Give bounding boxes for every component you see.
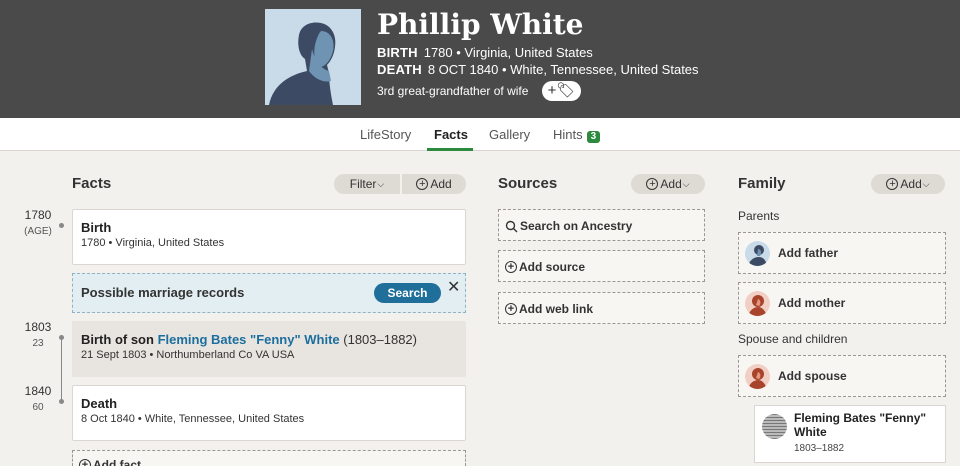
- fact-details: 8 Oct 1840 • White, Tennessee, United St…: [81, 413, 305, 425]
- search-ancestry-text: Search on Ancestry: [520, 219, 633, 233]
- search-button[interactable]: Search: [374, 283, 441, 303]
- add-web-link-text: Add web link: [519, 302, 594, 316]
- fact-details: 21 Sept 1803 • Northumberland Co VA USA: [81, 349, 295, 361]
- search-ancestry-label: Search on Ancestry: [505, 219, 632, 233]
- child-photo: [762, 414, 787, 439]
- tab-hints-label: Hints: [553, 127, 583, 142]
- plus-circle-icon: +: [646, 178, 659, 190]
- facts-title: Facts: [72, 175, 112, 192]
- add-label: Add: [660, 177, 682, 191]
- profile-tabs: LifeStory Facts Gallery Hints 3: [0, 118, 960, 151]
- birth-line: BIRTH 1780 • Virginia, United States: [377, 45, 593, 60]
- add-label: Add: [430, 177, 452, 191]
- timeline-dot: [59, 223, 64, 228]
- add-spouse-button[interactable]: Add spouse: [738, 355, 946, 397]
- fact-title: Death: [81, 396, 118, 411]
- add-label: Add: [900, 177, 922, 191]
- tab-gallery[interactable]: Gallery: [489, 127, 530, 142]
- tab-hints[interactable]: Hints 3: [553, 127, 601, 143]
- tab-facts[interactable]: Facts: [434, 127, 468, 142]
- sources-title: Sources: [498, 175, 558, 192]
- filter-button[interactable]: Filter ⌵: [334, 174, 400, 194]
- plus-circle-icon: +: [416, 178, 429, 190]
- plus-circle-icon: +: [505, 261, 517, 273]
- child-link[interactable]: Fleming Bates "Fenny" White: [158, 332, 340, 347]
- add-web-link-label: + Add web link: [505, 302, 593, 316]
- chevron-down-icon: ⌵: [682, 178, 690, 189]
- death-value: 8 OCT 1840 • White, Tennessee, United St…: [427, 62, 699, 77]
- avatar-female-icon: [745, 364, 770, 389]
- person-name: Phillip White: [377, 8, 584, 41]
- add-source-label: + Add source: [505, 260, 585, 274]
- add-tag-button[interactable]: +🏷: [542, 81, 581, 101]
- fact-card-birth[interactable]: Birth 1780 • Virginia, United States: [72, 209, 466, 265]
- parents-label: Parents: [738, 209, 780, 223]
- active-tab-indicator: [427, 148, 473, 151]
- family-title: Family: [738, 175, 786, 192]
- add-spouse-text: Add spouse: [778, 369, 847, 383]
- profile-photo[interactable]: [265, 9, 361, 105]
- filter-label: Filter: [349, 177, 377, 191]
- fact-title: Birth: [81, 220, 112, 235]
- search-icon: [505, 220, 518, 232]
- add-mother-button[interactable]: Add mother: [738, 282, 946, 324]
- add-source-button[interactable]: + Add source: [498, 250, 705, 282]
- fact-year: 1803: [24, 320, 52, 334]
- fact-year: 1840: [24, 384, 52, 398]
- plus-circle-icon: +: [505, 303, 517, 315]
- fact-title-prefix: Birth of son: [81, 332, 154, 347]
- birth-label: BIRTH: [377, 45, 418, 60]
- add-mother-text: Add mother: [778, 296, 846, 310]
- hint-banner: Possible marriage records Search ✕: [72, 273, 466, 313]
- person-silhouette-icon: [265, 9, 361, 105]
- death-label: DEATH: [377, 62, 422, 77]
- add-fact-label: + Add fact: [79, 458, 141, 466]
- add-source-menu-button[interactable]: + Add ⌵: [631, 174, 705, 194]
- add-father-button[interactable]: Add father: [738, 232, 946, 274]
- add-web-link-button[interactable]: + Add web link: [498, 292, 705, 324]
- add-father-text: Add father: [778, 246, 838, 260]
- plus-circle-icon: +: [886, 178, 899, 190]
- child-lifespan: (1803–1882): [343, 332, 417, 347]
- profile-header: Phillip White BIRTH 1780 • Virginia, Unit…: [0, 0, 960, 118]
- chevron-down-icon: ⌵: [377, 178, 385, 189]
- avatar-female-icon: [745, 291, 770, 316]
- timeline-line: [61, 338, 62, 402]
- add-source-text: Add source: [519, 260, 586, 274]
- add-family-menu-button[interactable]: + Add ⌵: [871, 174, 945, 194]
- fact-age: 60: [32, 402, 44, 413]
- plus-circle-icon: +: [79, 459, 91, 466]
- fact-age: (AGE): [24, 226, 52, 237]
- tab-lifestory[interactable]: LifeStory: [360, 127, 411, 142]
- chevron-down-icon: ⌵: [922, 178, 930, 189]
- avatar-male-icon: [745, 241, 770, 266]
- death-line: DEATH 8 OCT 1840 • White, Tennessee, Unit…: [377, 62, 699, 77]
- child-card[interactable]: Fleming Bates "Fenny" White 1803–1882: [754, 405, 946, 463]
- child-name: Fleming Bates "Fenny" White: [794, 411, 927, 439]
- fact-title: Birth of son Fleming Bates "Fenny" White…: [81, 332, 417, 347]
- add-fact-menu-button[interactable]: + Add: [402, 174, 466, 194]
- timeline-dot: [59, 399, 64, 404]
- tag-icon: +🏷: [547, 82, 576, 99]
- fact-details: 1780 • Virginia, United States: [81, 237, 225, 249]
- hints-count-badge: 3: [586, 131, 601, 143]
- add-fact-text: Add fact: [93, 458, 141, 466]
- child-dates: 1803–1882: [794, 443, 845, 454]
- add-fact-button[interactable]: + Add fact: [72, 450, 466, 466]
- birth-value: 1780 • Virginia, United States: [423, 45, 593, 60]
- fact-age: 23: [32, 338, 44, 349]
- spouse-children-label: Spouse and children: [738, 332, 848, 346]
- search-ancestry-button[interactable]: Search on Ancestry: [498, 209, 705, 241]
- hint-text: Possible marriage records: [81, 285, 245, 300]
- fact-year: 1780: [24, 208, 52, 222]
- fact-card-child-birth[interactable]: Birth of son Fleming Bates "Fenny" White…: [72, 321, 466, 377]
- close-icon[interactable]: ✕: [447, 277, 460, 297]
- fact-card-death[interactable]: Death 8 Oct 1840 • White, Tennessee, Uni…: [72, 385, 466, 441]
- relationship-text: 3rd great-grandfather of wife: [377, 84, 529, 98]
